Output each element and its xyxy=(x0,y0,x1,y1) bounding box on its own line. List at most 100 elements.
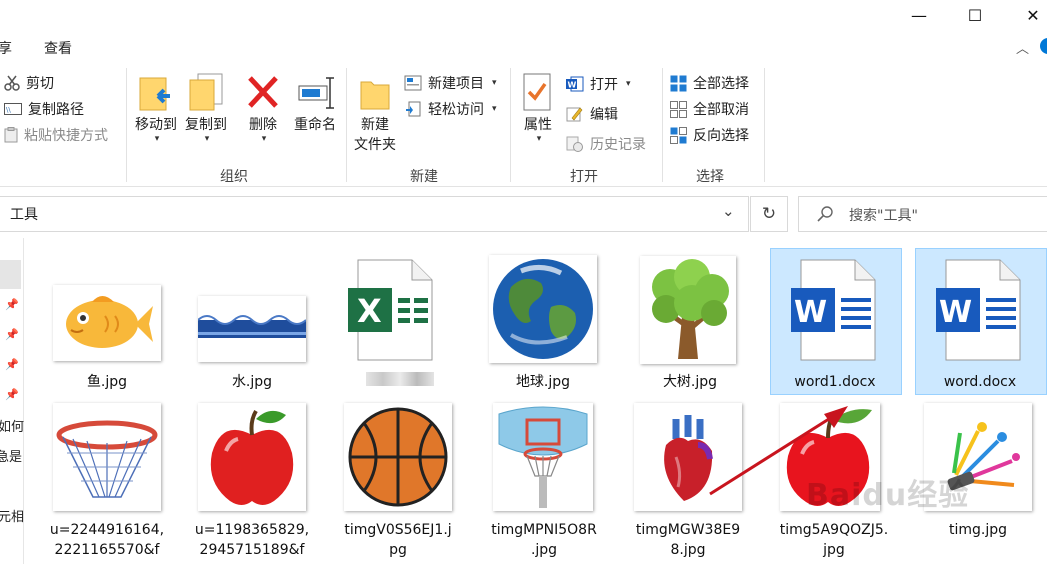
rename-label: 重命名 xyxy=(294,117,336,133)
delete-button[interactable]: 删除 ▾ xyxy=(244,72,282,144)
pin-icon[interactable]: 📌 xyxy=(5,328,19,341)
copy-to-button[interactable]: 复制到 ▾ xyxy=(182,72,230,144)
search-input[interactable]: 搜索"工具" xyxy=(798,196,1047,232)
new-item-label: 新建项目 xyxy=(428,76,484,92)
delete-x-icon xyxy=(248,76,278,108)
chevron-down-icon[interactable]: ⌄ xyxy=(722,202,735,220)
address-bar[interactable]: 工具 ⌄ xyxy=(0,196,749,232)
edit-label: 编辑 xyxy=(590,107,618,123)
paste-shortcut-button[interactable]: 粘贴快捷方式 xyxy=(4,125,108,145)
tree-image xyxy=(652,259,729,359)
file-name[interactable]: timgMGW38E9 8.jpg xyxy=(626,520,750,560)
chevron-up-icon[interactable]: ︿ xyxy=(1016,38,1029,57)
select-all-button[interactable]: 全部选择 xyxy=(670,73,749,93)
search-placeholder: 搜索"工具" xyxy=(849,208,918,224)
easy-access-button[interactable]: 轻松访问 ▾ xyxy=(404,99,497,119)
help-icon[interactable] xyxy=(1040,38,1047,54)
search-icon xyxy=(817,206,833,222)
easy-access-icon xyxy=(406,101,421,117)
ribbon-separator xyxy=(764,68,765,182)
baidu-watermark: Baidu经验 xyxy=(806,478,970,513)
edit-button[interactable]: 编辑 xyxy=(566,104,618,124)
word-app-icon: W xyxy=(566,76,584,92)
move-folder-icon xyxy=(139,77,170,111)
thumbnail-water[interactable] xyxy=(198,296,306,362)
file-name[interactable]: timgV0S56EJ1.j pg xyxy=(336,520,460,560)
tab-view[interactable]: 查看 xyxy=(44,38,72,58)
pin-icon[interactable]: 📌 xyxy=(5,388,19,401)
ribbon-separator xyxy=(126,68,127,182)
svg-text:W: W xyxy=(794,295,827,330)
ribbon-separator xyxy=(510,68,511,182)
properties-button[interactable]: 属性 ▾ xyxy=(518,72,558,144)
thumbnail-earth[interactable] xyxy=(489,255,597,363)
close-button[interactable]: ✕ xyxy=(1010,0,1047,30)
history-icon xyxy=(566,136,583,152)
invert-selection-button[interactable]: 反向选择 xyxy=(670,125,749,145)
nav-item[interactable]: 如何 xyxy=(0,416,24,435)
pin-icon[interactable]: 📌 xyxy=(5,298,19,311)
new-folder-icon xyxy=(360,81,390,110)
file-name[interactable]: 大树.jpg xyxy=(636,372,744,392)
select-all-icon xyxy=(670,75,687,91)
caret-down-icon: ▾ xyxy=(536,134,542,144)
rename-button[interactable]: 重命名 xyxy=(290,72,340,134)
basketball-image xyxy=(348,407,448,507)
open-label: 打开 xyxy=(590,77,618,93)
file-name[interactable]: 水.jpg xyxy=(198,372,306,392)
nav-item[interactable]: 元相 xyxy=(0,506,24,525)
history-label: 历史记录 xyxy=(590,137,646,153)
fish-image xyxy=(66,296,153,348)
thumbnail-tree[interactable] xyxy=(640,256,736,364)
new-folder-label-2: 文件夹 xyxy=(354,137,396,153)
earth-image xyxy=(493,259,593,359)
refresh-icon[interactable]: ↻ xyxy=(750,196,788,232)
scissors-icon xyxy=(4,75,20,91)
cut-button[interactable]: 剪切 xyxy=(4,73,54,93)
thumbnail-hoop[interactable] xyxy=(53,403,161,511)
excel-file-icon: X xyxy=(348,259,433,361)
file-name[interactable]: timg5A9QOZJ5. jpg xyxy=(772,520,896,560)
move-to-label: 移动到 xyxy=(135,117,177,133)
svg-text:X: X xyxy=(357,292,382,330)
select-none-button[interactable]: 全部取消 xyxy=(670,99,749,119)
thumbnail-apple[interactable] xyxy=(198,403,306,511)
new-folder-button[interactable]: 新建 文件夹 xyxy=(352,72,398,154)
minimize-button[interactable]: — xyxy=(896,0,942,30)
copy-path-label: 复制路径 xyxy=(28,102,84,118)
move-to-button[interactable]: 移动到 ▾ xyxy=(132,72,180,144)
nav-selected-item[interactable] xyxy=(0,260,21,289)
ribbon-separator xyxy=(346,68,347,182)
easy-access-label: 轻松访问 xyxy=(428,102,484,118)
caret-down-icon: ▾ xyxy=(154,134,160,144)
copy-path-button[interactable]: \\ 复制路径 xyxy=(4,99,84,119)
organize-group-label: 组织 xyxy=(220,169,248,185)
file-name[interactable]: u=2244916164, 2221165570&f xyxy=(45,520,169,560)
file-name[interactable]: 地球.jpg xyxy=(489,372,597,392)
file-name[interactable]: u=1198365829, 2945715189&f xyxy=(190,520,314,560)
water-image xyxy=(198,315,306,338)
thumbnail-basketball[interactable] xyxy=(344,403,452,511)
open-group-label: 打开 xyxy=(570,169,598,185)
basketball-hoop-image xyxy=(56,420,158,498)
maximize-button[interactable]: ☐ xyxy=(952,0,998,30)
tab-share[interactable]: 享 xyxy=(0,38,12,58)
history-button[interactable]: 历史记录 xyxy=(566,134,646,154)
new-item-button[interactable]: 新建项目 ▾ xyxy=(404,73,497,93)
pin-icon[interactable]: 📌 xyxy=(5,358,19,371)
file-name[interactable]: word1.docx xyxy=(770,372,900,392)
apple-image xyxy=(210,409,294,505)
file-name[interactable]: 鱼.jpg xyxy=(53,372,161,392)
svg-text:W: W xyxy=(939,295,972,330)
path-icon: \\ xyxy=(4,103,22,115)
file-name[interactable]: timg.jpg xyxy=(916,520,1040,540)
thumbnail-fish[interactable] xyxy=(53,285,161,361)
caret-down-icon: ▾ xyxy=(626,79,631,89)
nav-item[interactable]: 急是 xyxy=(0,446,22,465)
file-name[interactable]: word.docx xyxy=(915,372,1045,392)
copy-folder-icon xyxy=(189,73,223,111)
thumbnail-hoop-stand[interactable] xyxy=(493,403,593,511)
open-button[interactable]: W 打开 ▾ xyxy=(566,74,631,94)
file-excel[interactable]: X xyxy=(344,258,440,364)
file-name[interactable]: timgMPNI5O8R .jpg xyxy=(482,520,606,560)
